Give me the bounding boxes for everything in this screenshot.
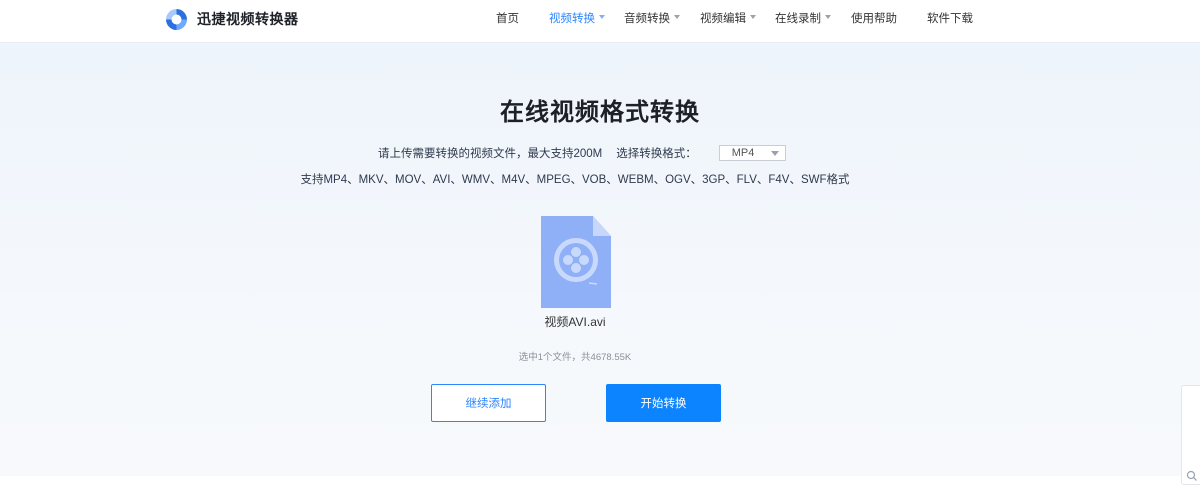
file-name: 视频AVI.avi bbox=[544, 315, 606, 329]
nav-item-help[interactable]: 使用帮助 bbox=[851, 10, 897, 26]
video-file-icon bbox=[541, 216, 611, 308]
start-convert-button[interactable]: 开始转换 bbox=[606, 384, 721, 422]
add-more-button[interactable]: 继续添加 bbox=[431, 384, 546, 422]
chevron-down-icon bbox=[599, 15, 605, 19]
nav-item-home[interactable]: 首页 bbox=[496, 10, 519, 26]
nav-item-label: 视频转换 bbox=[549, 13, 595, 25]
nav-item-label: 在线录制 bbox=[775, 13, 821, 25]
chevron-down-icon bbox=[674, 15, 680, 19]
footer-band bbox=[0, 476, 1200, 495]
format-label: 选择转换格式： bbox=[616, 148, 697, 160]
file-summary: 选中1个文件，共4678.55K bbox=[518, 352, 632, 363]
page-title: 在线视频格式转换 bbox=[500, 99, 700, 126]
logo[interactable]: 迅捷视频转换器 bbox=[164, 5, 299, 33]
top-header: 迅捷视频转换器 首页 视频转换 音频转换 视频编辑 在线录制 使用帮助 软件下载 bbox=[0, 0, 1200, 43]
nav-item-video-edit[interactable]: 视频编辑 bbox=[700, 10, 756, 26]
add-more-label: 继续添加 bbox=[465, 398, 512, 410]
format-select-value: MP4 bbox=[731, 147, 755, 159]
logo-icon bbox=[166, 8, 187, 30]
chevron-down-icon bbox=[770, 151, 779, 156]
nav-item-label: 音频转换 bbox=[624, 13, 670, 25]
chevron-down-icon bbox=[750, 15, 756, 19]
format-select[interactable]: MP4 bbox=[718, 145, 786, 161]
nav-item-online-record[interactable]: 在线录制 bbox=[775, 10, 831, 26]
search-icon bbox=[1186, 470, 1197, 481]
nav-item-audio-convert[interactable]: 音频转换 bbox=[624, 10, 680, 26]
logo-text: 迅捷视频转换器 bbox=[197, 11, 299, 27]
chevron-down-icon bbox=[825, 15, 831, 19]
nav-item-video-convert[interactable]: 视频转换 bbox=[549, 10, 605, 26]
nav-item-label: 首页 bbox=[496, 13, 519, 25]
nav-item-label: 视频编辑 bbox=[700, 13, 746, 25]
upload-hint-row: 请上传需要转换的视频文件，最大支持200M 选择转换格式： MP4 bbox=[378, 145, 786, 161]
nav-item-download[interactable]: 软件下载 bbox=[927, 10, 973, 26]
nav-item-label: 软件下载 bbox=[927, 13, 973, 25]
side-float-tab[interactable] bbox=[1181, 385, 1200, 485]
upload-hint: 请上传需要转换的视频文件，最大支持200M bbox=[378, 148, 603, 160]
supported-formats: 支持MP4、MKV、MOV、AVI、WMV、M4V、MPEG、VOB、WEBM、… bbox=[300, 174, 850, 186]
nav-item-label: 使用帮助 bbox=[851, 13, 897, 25]
start-convert-label: 开始转换 bbox=[640, 398, 687, 410]
